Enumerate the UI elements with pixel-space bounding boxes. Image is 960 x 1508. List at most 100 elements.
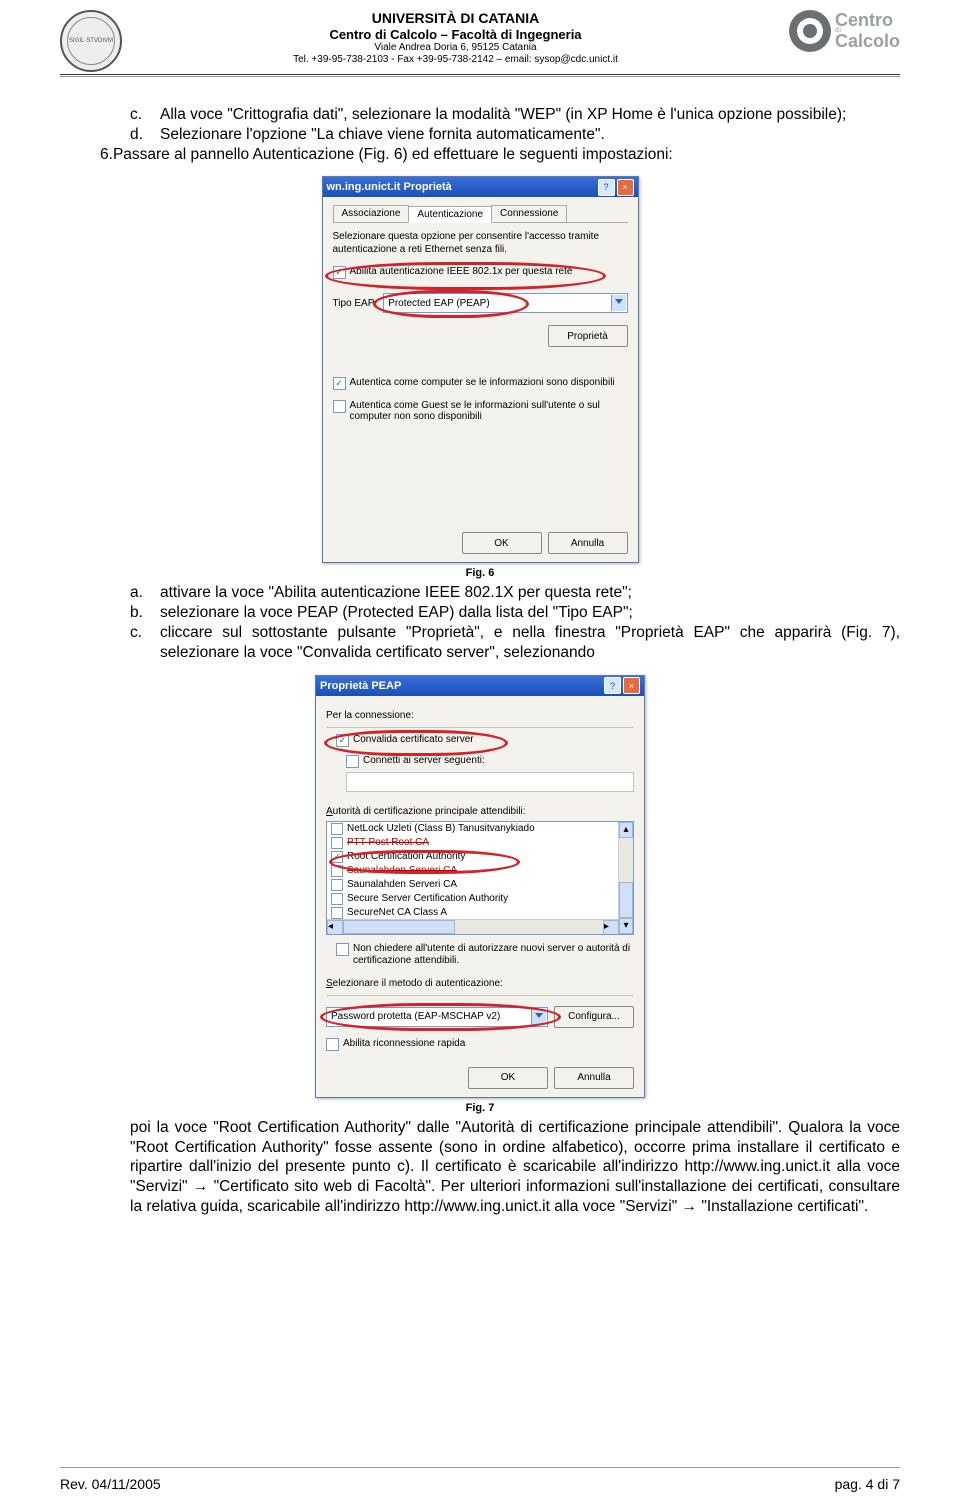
- checkbox-abilita-label: Abilita autenticazione IEEE 802.1x per q…: [350, 266, 573, 277]
- tab-autenticazione[interactable]: Autenticazione: [408, 206, 492, 223]
- cancel-button[interactable]: Annulla: [554, 1067, 634, 1089]
- server-input[interactable]: [346, 772, 634, 792]
- tipo-eap-value: Protected EAP (PEAP): [388, 298, 490, 309]
- fig6-window: wn.ing.unict.it Proprietà ? × Associazio…: [322, 176, 639, 563]
- checkbox-non-chiedere[interactable]: Non chiedere all'utente di autorizzare n…: [336, 943, 634, 968]
- scroll-left-icon[interactable]: ◂: [327, 920, 343, 935]
- scroll-down-icon[interactable]: ▾: [619, 918, 633, 934]
- cancel-button[interactable]: Annulla: [548, 532, 628, 554]
- scrollbar-horizontal[interactable]: ◂ ▸: [327, 919, 619, 934]
- fig7-window: Proprietà PEAP ? × Per la connessione: ✓…: [315, 675, 645, 1098]
- ok-button[interactable]: OK: [462, 532, 542, 554]
- logo-text-calc: Calcolo: [835, 34, 900, 49]
- checkbox-icon: [326, 1038, 339, 1051]
- university-seal-icon: SIGIL·STVDIVM: [60, 10, 122, 72]
- item-d-label: d.: [130, 125, 152, 145]
- checkbox-connetti-label: Connetti ai server seguenti:: [363, 755, 485, 766]
- ca-list-item[interactable]: Secure Server Certification Authority: [327, 892, 633, 906]
- main-list-6: 6.Passare al pannello Autenticazione (Fi…: [60, 145, 900, 165]
- university-name: UNIVERSITÀ DI CATANIA: [372, 10, 539, 26]
- item-c-label: c.: [130, 105, 152, 125]
- fig6-caption: Fig. 6: [466, 567, 495, 579]
- checkbox-riconnessione[interactable]: Abilita riconnessione rapida: [326, 1038, 634, 1051]
- checkbox-non-chiedere-label: Non chiedere all'utente di autorizzare n…: [353, 943, 634, 968]
- help-icon[interactable]: ?: [598, 179, 615, 196]
- checkbox-convalida[interactable]: ✓ Convalida certificato server: [336, 734, 634, 747]
- checkbox-icon: [331, 823, 343, 835]
- fig7-title: Proprietà PEAP: [320, 680, 602, 692]
- sub-list-abc: a.attivare la voce "Abilita autenticazio…: [60, 583, 900, 662]
- item-c2-label: c.: [130, 623, 152, 663]
- help-icon[interactable]: ?: [604, 677, 621, 694]
- tab-associazione[interactable]: Associazione: [333, 205, 410, 222]
- checkbox-icon: [333, 400, 346, 413]
- checkbox-abilita-8021x[interactable]: ✓ Abilita autenticazione IEEE 802.1x per…: [333, 266, 628, 279]
- item-b-label: b.: [130, 603, 152, 623]
- item-c2-text: cliccare sul sottostante pulsante "Propr…: [160, 623, 900, 663]
- item-b-text: selezionare la voce PEAP (Protected EAP)…: [160, 603, 633, 623]
- ca-item-label: PTT Post Root CA: [347, 837, 429, 848]
- checkbox-icon: ✓: [336, 734, 349, 747]
- scroll-thumb-h[interactable]: [343, 920, 455, 934]
- ca-list-item[interactable]: SecureNet CA Class A: [327, 906, 633, 920]
- checkbox-autentica-guest[interactable]: Autentica come Guest se le informazioni …: [333, 400, 628, 422]
- ca-item-label: Secure Server Certification Authority: [347, 893, 508, 904]
- header-center: UNIVERSITÀ DI CATANIA Centro di Calcolo …: [130, 10, 781, 66]
- checkbox-icon: ✓: [333, 377, 346, 390]
- ca-listbox[interactable]: NetLock Uzleti (Class B) Tanusitvanykiad…: [326, 821, 634, 935]
- checkbox-connetti-server[interactable]: Connetti ai server seguenti:: [346, 755, 634, 768]
- fig6-tabs: Associazione Autenticazione Connessione: [333, 205, 628, 223]
- chevron-down-icon: [535, 1013, 543, 1018]
- item-6-text: Passare al pannello Autenticazione (Fig.…: [113, 146, 673, 163]
- scroll-right-icon[interactable]: ▸: [603, 920, 619, 935]
- ca-list-item[interactable]: Saunalahden Serveri CA: [327, 878, 633, 892]
- checkbox-icon: [331, 879, 343, 891]
- page-header: SIGIL·STVDIVM UNIVERSITÀ DI CATANIA Cent…: [60, 10, 900, 75]
- ca-list-item[interactable]: ✓Root Certification Authority: [327, 850, 633, 864]
- auth-method-combo[interactable]: Password protetta (EAP-MSCHAP v2): [326, 1007, 548, 1027]
- chevron-down-icon: [615, 299, 623, 304]
- fig6-title: wn.ing.unict.it Proprietà: [327, 181, 596, 193]
- checkbox-icon: [346, 755, 359, 768]
- checkbox-icon: [336, 943, 349, 956]
- checkbox-computer-label: Autentica come computer se le informazio…: [350, 377, 615, 388]
- tail-paragraph: poi la voce "Root Certification Authorit…: [130, 1118, 900, 1217]
- checkbox-riconnessione-label: Abilita riconnessione rapida: [343, 1038, 465, 1049]
- group-connessione: Per la connessione:: [326, 710, 634, 721]
- close-icon[interactable]: ×: [623, 677, 640, 694]
- fig6-titlebar[interactable]: wn.ing.unict.it Proprietà ? ×: [323, 177, 638, 197]
- page-footer: Rev. 04/11/2005 pag. 4 di 7: [60, 1476, 900, 1492]
- checkbox-icon: ✓: [331, 851, 343, 863]
- checkbox-icon: [331, 837, 343, 849]
- fig7-titlebar[interactable]: Proprietà PEAP ? ×: [316, 676, 644, 696]
- configura-button[interactable]: Configura...: [554, 1006, 634, 1028]
- contact-line: Tel. +39-95-738-2103 - Fax +39-95-738-21…: [130, 54, 781, 66]
- checkbox-convalida-label: Convalida certificato server: [353, 734, 474, 745]
- checkbox-autentica-computer[interactable]: ✓ Autentica come computer se le informaz…: [333, 377, 628, 390]
- fig6-lead: Selezionare questa opzione per consentir…: [333, 231, 628, 256]
- tipo-eap-combo[interactable]: Protected EAP (PEAP): [383, 293, 627, 313]
- scrollbar-vertical[interactable]: ▴ ▾: [618, 822, 633, 934]
- ca-list-item[interactable]: PTT Post Root CA: [327, 836, 633, 850]
- proprieta-button[interactable]: Proprietà: [548, 325, 628, 347]
- logo-text-big: Centro: [835, 13, 900, 28]
- checkbox-guest-label: Autentica come Guest se le informazioni …: [350, 400, 628, 422]
- footer-revision: Rev. 04/11/2005: [60, 1476, 161, 1492]
- scroll-thumb[interactable]: [619, 882, 633, 918]
- checkbox-icon: [331, 893, 343, 905]
- ca-list-item[interactable]: NetLock Uzleti (Class B) Tanusitvanykiad…: [327, 822, 633, 836]
- auth-method-value: Password protetta (EAP-MSCHAP v2): [331, 1011, 500, 1022]
- item-6-label: 6.: [100, 146, 113, 163]
- gear-icon: [789, 10, 831, 52]
- checkbox-icon: ✓: [333, 266, 346, 279]
- checkbox-icon: [331, 865, 343, 877]
- centro-calcolo-logo: Centro di Calcolo: [789, 10, 900, 52]
- tab-connessione[interactable]: Connessione: [491, 205, 567, 222]
- ca-list-item[interactable]: Saunalahden Serveri CA: [327, 864, 633, 878]
- item-a-label: a.: [130, 583, 152, 603]
- scroll-up-icon[interactable]: ▴: [619, 822, 633, 838]
- item-c-text: Alla voce "Crittografia dati", seleziona…: [160, 105, 846, 125]
- close-icon[interactable]: ×: [617, 179, 634, 196]
- item-d-text: Selezionare l'opzione "La chiave viene f…: [160, 125, 605, 145]
- ok-button[interactable]: OK: [468, 1067, 548, 1089]
